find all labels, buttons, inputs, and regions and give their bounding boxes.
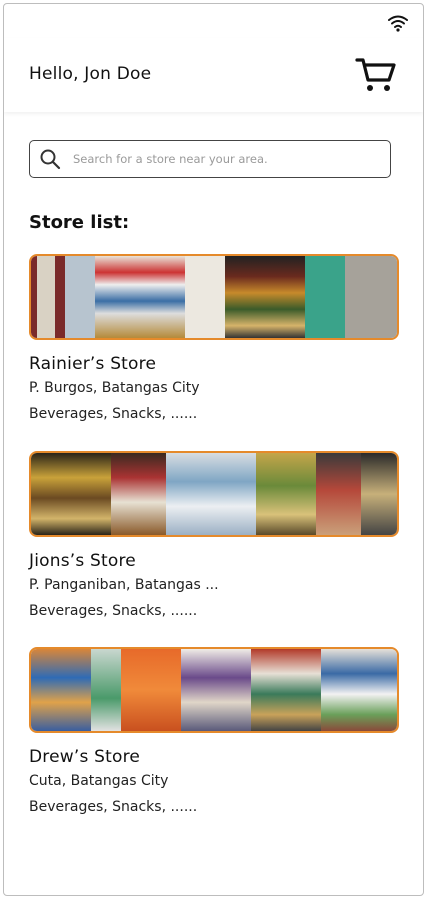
wifi-icon xyxy=(388,15,408,32)
store-address: P. Panganiban, Batangas ... xyxy=(29,577,219,593)
store-photo[interactable] xyxy=(29,254,399,340)
store-search-box[interactable] xyxy=(29,140,391,178)
store-categories: Beverages, Snacks, ...... xyxy=(29,799,198,815)
shopping-cart-icon[interactable] xyxy=(355,56,397,94)
app-header: Hello, Jon Doe xyxy=(4,38,423,112)
store-name[interactable]: Drew’s Store xyxy=(29,747,404,767)
store-address: P. Burgos, Batangas City xyxy=(29,380,200,396)
store-card[interactable]: Jions’s Store P. Panganiban, Batangas ..… xyxy=(29,451,404,619)
store-name[interactable]: Rainier’s Store xyxy=(29,354,404,374)
search-input[interactable] xyxy=(71,151,375,167)
search-icon xyxy=(40,149,61,170)
store-photo[interactable] xyxy=(29,647,399,733)
store-categories: Beverages, Snacks, ...... xyxy=(29,603,198,619)
store-address: Cuta, Batangas City xyxy=(29,773,169,789)
status-bar xyxy=(4,4,423,38)
store-name[interactable]: Jions’s Store xyxy=(29,551,404,571)
store-photo[interactable] xyxy=(29,451,399,537)
store-card[interactable]: Drew’s Store Cuta, Batangas City Beverag… xyxy=(29,647,404,815)
store-categories: Beverages, Snacks, ...... xyxy=(29,406,198,422)
greeting-text: Hello, Jon Doe xyxy=(29,64,152,84)
store-list-heading: Store list: xyxy=(29,212,130,233)
store-card[interactable]: Rainier’s Store P. Burgos, Batangas City… xyxy=(29,254,404,422)
app-screen: Hello, Jon Doe Store list: Rainier’s Sto… xyxy=(3,3,424,896)
